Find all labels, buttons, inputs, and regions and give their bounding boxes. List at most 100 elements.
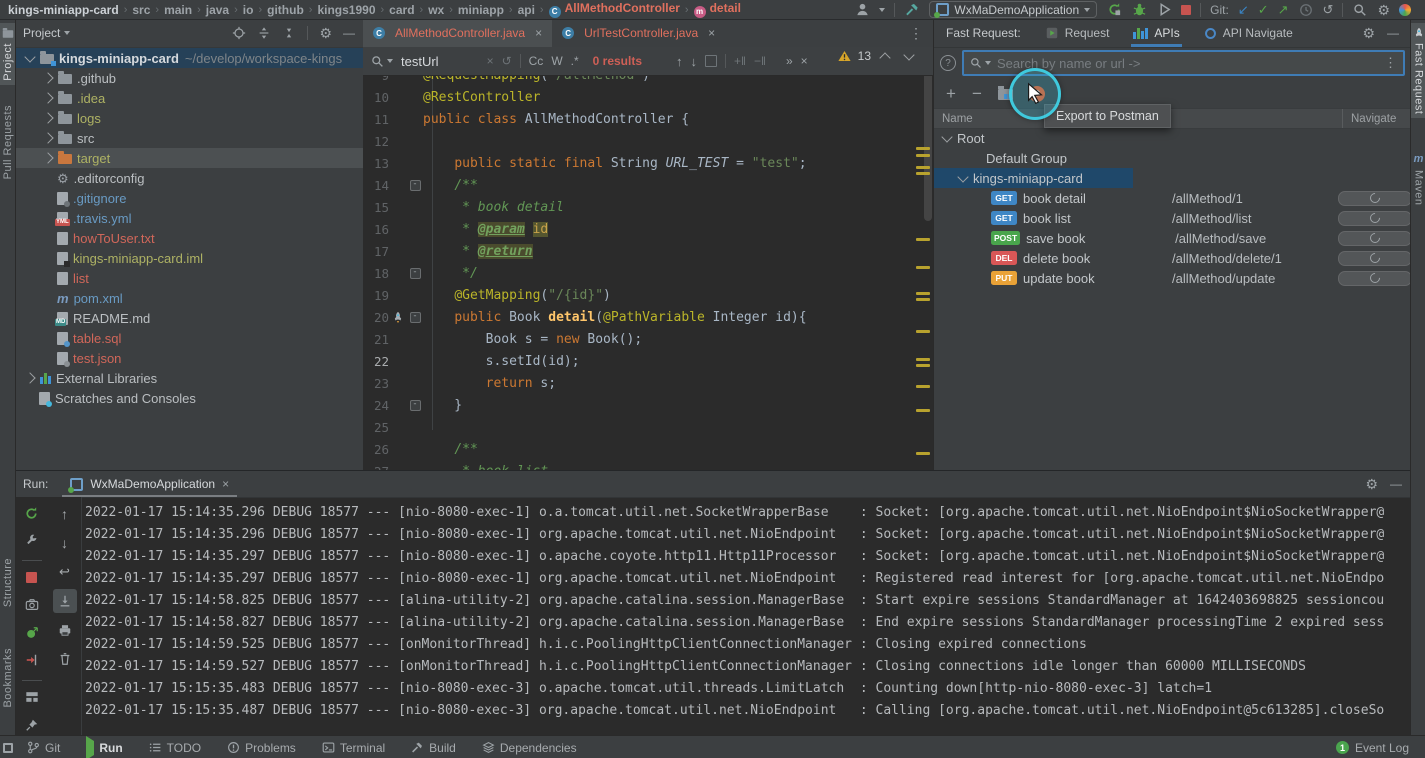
tree-item-pom-xml[interactable]: m pom.xml xyxy=(15,288,363,308)
tree-item-table-sql[interactable]: table.sql xyxy=(15,328,363,348)
event-log-button[interactable]: 1 Event Log xyxy=(1335,741,1409,755)
search-kebab-icon[interactable]: ⋮ xyxy=(1384,55,1397,71)
help-icon[interactable]: ? xyxy=(940,55,956,71)
expand-all-icon[interactable] xyxy=(257,26,271,40)
navigate-button[interactable] xyxy=(1338,270,1411,286)
tree-item-howtouser-txt[interactable]: howToUser.txt xyxy=(15,228,363,248)
navigate-button[interactable] xyxy=(1338,230,1411,246)
code-line-25[interactable]: 25 xyxy=(363,416,933,438)
tree-item--editorconfig[interactable]: ⚙ .editorconfig xyxy=(15,168,363,188)
regex-toggle[interactable]: .* xyxy=(571,54,579,68)
fold-icon[interactable]: - xyxy=(409,267,421,279)
api-endpoint-book-list[interactable]: GET book list/allMethod/list xyxy=(934,208,1411,228)
tree-item--idea[interactable]: .idea xyxy=(15,88,363,108)
status-todo[interactable]: TODO xyxy=(149,741,201,755)
run-settings-gear-icon[interactable]: ⚙ xyxy=(1365,476,1378,493)
chevron-down-icon[interactable] xyxy=(24,50,36,63)
chevron-right-icon[interactable] xyxy=(42,152,54,164)
navigate-column-header[interactable]: Navigate xyxy=(1342,109,1396,128)
status-dependencies[interactable]: Dependencies xyxy=(482,741,577,755)
scroll-up-icon[interactable]: ↑ xyxy=(53,502,77,526)
scroll-to-end-icon[interactable] xyxy=(52,589,77,613)
close-tab-icon[interactable]: × xyxy=(708,26,715,40)
add-occurrence-icon[interactable]: +‖ xyxy=(734,54,746,68)
remove-icon[interactable]: − xyxy=(972,85,982,102)
next-occurrence-icon[interactable]: ↓ xyxy=(691,54,698,69)
breadcrumb-item[interactable]: C AllMethodController xyxy=(548,1,680,18)
next-warning-icon[interactable] xyxy=(903,48,915,61)
breadcrumb-item[interactable]: io xyxy=(243,3,254,17)
code-line-21[interactable]: 21 Book s = new Book(); xyxy=(363,328,933,350)
navigate-button[interactable] xyxy=(1338,210,1411,226)
run-button[interactable] xyxy=(1106,2,1122,18)
breadcrumb-item[interactable]: java xyxy=(206,3,229,17)
settings-gear-icon[interactable]: ⚙ xyxy=(1377,2,1390,18)
stripe-maven[interactable]: m Maven xyxy=(1411,149,1425,210)
breadcrumb-item[interactable]: api xyxy=(518,3,535,17)
code-line-26[interactable]: 26 /** xyxy=(363,438,933,460)
rerun-icon[interactable] xyxy=(20,502,44,525)
fast-request-rocket-icon[interactable] xyxy=(392,311,404,323)
status-problems[interactable]: Problems xyxy=(227,741,296,755)
fold-icon[interactable]: - xyxy=(409,311,421,323)
navigate-button[interactable] xyxy=(1338,190,1411,206)
project-settings-gear-icon[interactable]: ⚙ xyxy=(319,25,332,42)
profiler-icon[interactable] xyxy=(1399,3,1411,16)
tree-item--github[interactable]: .github xyxy=(15,68,363,88)
name-column-header[interactable]: Name xyxy=(934,113,973,125)
chevron-down-icon[interactable] xyxy=(941,130,953,143)
breadcrumb-item[interactable]: src xyxy=(132,3,150,17)
stop-button[interactable] xyxy=(1181,4,1192,15)
code-line-18[interactable]: 18 - */ xyxy=(363,262,933,284)
search-input[interactable]: testUrl xyxy=(401,54,439,69)
new-line-icon[interactable]: ↺ xyxy=(502,54,512,68)
breadcrumb-item[interactable]: main xyxy=(164,3,192,17)
history-clock-icon[interactable] xyxy=(1298,2,1314,18)
chevron-right-icon[interactable] xyxy=(42,92,54,104)
tree-item-readme-md[interactable]: MD README.md xyxy=(15,308,363,328)
breadcrumb-item[interactable]: github xyxy=(267,3,304,17)
breadcrumb-item[interactable]: m detail xyxy=(693,1,741,18)
tree-item-kings-miniapp-card-iml[interactable]: kings-miniapp-card.iml xyxy=(15,248,363,268)
api-endpoint-book-detail[interactable]: GET book detail/allMethod/1 xyxy=(934,188,1411,208)
fr-settings-gear-icon[interactable]: ⚙ xyxy=(1362,25,1375,42)
stripe-bookmarks[interactable]: Bookmarks xyxy=(0,644,15,712)
coverage-button[interactable] xyxy=(1156,2,1172,18)
code-line-12[interactable]: 12 xyxy=(363,130,933,152)
code-line-20[interactable]: 20 - public Book detail(@PathVariable Int… xyxy=(363,306,933,328)
undo-icon[interactable]: ↺ xyxy=(1323,2,1334,18)
select-all-occurrences-icon[interactable] xyxy=(705,55,718,67)
user-icon[interactable] xyxy=(854,2,870,18)
breadcrumb-item[interactable]: kings1990 xyxy=(317,3,375,17)
code-line-13[interactable]: 13 public static final String URL_TEST =… xyxy=(363,152,933,174)
editor-scrollbar[interactable] xyxy=(924,71,932,221)
code-line-10[interactable]: 10 @RestController xyxy=(363,86,933,108)
code-line-14[interactable]: 14 - /** xyxy=(363,174,933,196)
close-run-tab-icon[interactable]: × xyxy=(222,477,229,491)
soft-wrap-icon[interactable]: ↩ xyxy=(53,560,77,584)
clear-search-icon[interactable]: × xyxy=(487,54,494,68)
scroll-down-icon[interactable]: ↓ xyxy=(53,531,77,555)
tree-item-scratches-and-consoles[interactable]: Scratches and Consoles xyxy=(15,388,363,408)
code-line-11[interactable]: 11 public class AllMethodController { xyxy=(363,108,933,130)
breadcrumb-item[interactable]: miniapp xyxy=(458,3,504,17)
code-editor[interactable]: 9 @RequestMapping("/allMethod") 10 @RestCon… xyxy=(363,75,933,470)
search-everywhere-icon[interactable] xyxy=(1352,2,1368,18)
run-tab[interactable]: WxMaDemoApplication × xyxy=(62,471,237,497)
edit-config-wrench-icon[interactable] xyxy=(20,530,44,553)
collapse-all-icon[interactable] xyxy=(282,26,296,40)
tab-apis[interactable]: APIs xyxy=(1131,26,1183,47)
tree-item--gitignore[interactable]: .gitignore xyxy=(15,188,363,208)
stripe-fast-request[interactable]: Fast Request xyxy=(1411,23,1425,119)
breadcrumb-item[interactable]: kings-miniapp-card xyxy=(8,3,119,17)
console-log[interactable]: 2022-01-17 15:14:35.296 DEBUG 18577 --- … xyxy=(85,502,1410,736)
print-icon[interactable] xyxy=(53,618,77,642)
layout-icon[interactable] xyxy=(20,686,44,709)
add-icon[interactable]: + xyxy=(946,85,956,102)
code-line-17[interactable]: 17 * @return xyxy=(363,240,933,262)
prev-warning-icon[interactable] xyxy=(879,51,891,64)
tab-urltestcontroller[interactable]: C UrlTestController.java × xyxy=(552,19,725,47)
user-dropdown-caret[interactable] xyxy=(879,7,886,12)
stripe-structure[interactable]: Structure xyxy=(0,554,15,611)
pin-icon[interactable] xyxy=(20,713,44,736)
